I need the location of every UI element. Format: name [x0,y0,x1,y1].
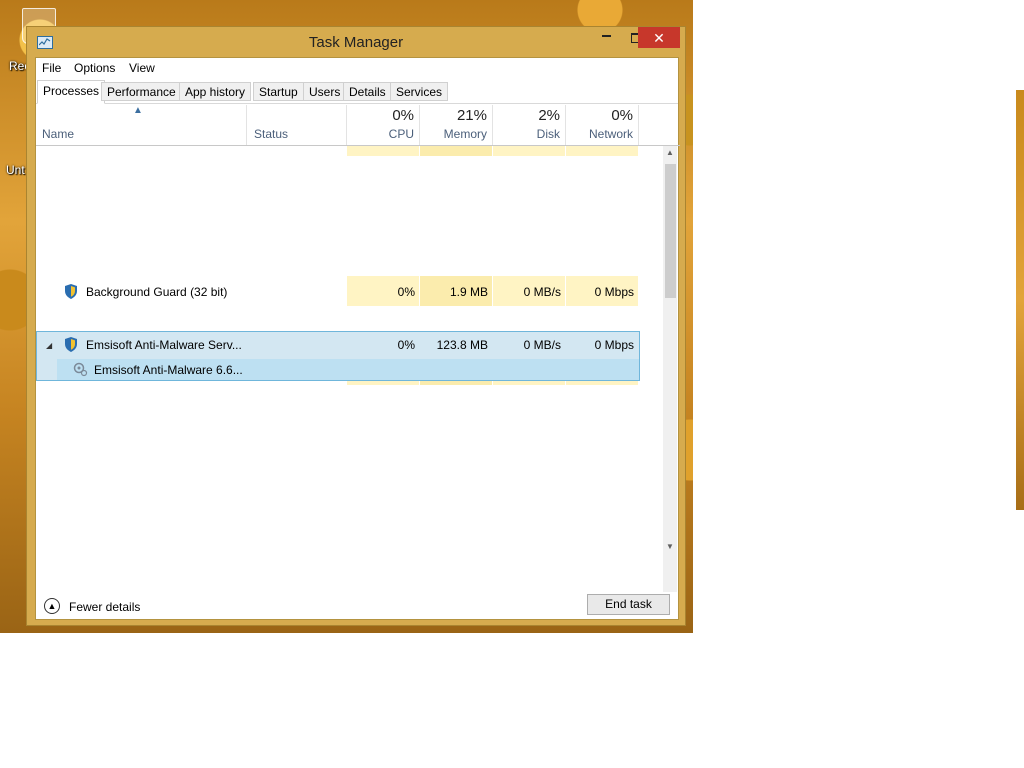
column-cpu[interactable]: CPU [348,127,414,141]
column-divider[interactable] [246,105,247,145]
heat-cell [347,381,419,385]
process-list: Background Guard (32 bit) 0% 1.9 MB 0 MB… [36,146,664,592]
column-divider[interactable] [565,105,566,145]
child-row[interactable]: Emsisoft Anti-Malware 6.6... [57,359,639,380]
scroll-up-icon[interactable]: ▲ [663,148,677,157]
scroll-thumb[interactable] [665,164,676,298]
heat-cell [420,146,492,156]
process-network: 0 Mbps [594,338,634,352]
fewer-details-link[interactable]: Fewer details [69,600,140,614]
tab-app-history[interactable]: App history [179,82,252,101]
shield-icon [65,284,77,299]
table-row-selected[interactable]: ◢ Emsisoft Anti-Malware Serv... 0% 123.8… [36,331,640,381]
process-memory: 123.8 MB [436,338,488,352]
heat-cell [566,381,638,385]
minimize-icon [601,35,611,37]
footer-bar: ▲ Fewer details End task [36,592,678,620]
tab-strip: Processes Performance App history Startu… [36,80,678,104]
heat-cell [347,146,419,156]
sort-ascending-icon: ▲ [133,105,143,116]
tab-services[interactable]: Services [390,82,449,101]
desktop-wallpaper-edge [1016,90,1024,510]
shield-icon [65,337,77,352]
process-disk: 0 MB/s [523,338,561,352]
process-name: Emsisoft Anti-Malware 6.6... [94,363,243,377]
process-name: Emsisoft Anti-Malware Serv... [86,338,242,352]
column-divider[interactable] [346,105,347,145]
heat-cell [493,146,565,156]
column-divider[interactable] [638,105,639,145]
heat-cell [566,146,638,156]
process-cpu: 0% [397,338,415,352]
column-status[interactable]: Status [254,127,288,141]
tab-users[interactable]: Users [303,82,347,101]
column-divider[interactable] [492,105,493,145]
table-row[interactable]: Background Guard (32 bit) 0% 1.9 MB 0 MB… [36,276,640,306]
menu-view[interactable]: View [129,61,155,75]
process-network: 0 Mbps [594,285,634,299]
memory-total[interactable]: 21% [421,107,487,124]
column-memory[interactable]: Memory [421,127,487,141]
gear-icon [73,362,88,377]
column-disk[interactable]: Disk [494,127,560,141]
window-client-area: File Options View Processes Performance … [35,57,680,620]
tab-performance[interactable]: Performance [101,82,182,101]
chevron-up-icon[interactable]: ▲ [44,598,60,614]
window-title: Task Manager [308,34,404,51]
heat-cell [493,381,565,385]
heat-cell [420,381,492,385]
menu-bar: File Options View [36,58,678,78]
collapse-arrow-icon[interactable]: ◢ [46,341,52,350]
tab-details[interactable]: Details [343,82,392,101]
tab-startup[interactable]: Startup [253,82,304,101]
title-bar[interactable]: Task Manager ✕ [27,27,685,57]
column-network[interactable]: Network [567,127,633,141]
process-cpu: 0% [397,285,415,299]
desktop-label-untitled[interactable]: Unt [6,163,25,177]
close-icon: ✕ [653,30,665,46]
column-divider[interactable] [419,105,420,145]
menu-options[interactable]: Options [74,61,115,75]
cpu-total[interactable]: 0% [348,107,414,124]
end-task-button[interactable]: End task [587,594,670,615]
scroll-down-icon[interactable]: ▼ [663,542,677,551]
close-button[interactable]: ✕ [638,27,680,48]
process-memory: 1.9 MB [449,285,488,299]
tab-processes[interactable]: Processes [37,80,106,104]
vertical-scrollbar[interactable]: ▲ ▼ [663,146,677,592]
disk-total[interactable]: 2% [494,107,560,124]
column-header: ▲ Name Status 0% CPU 21% Memory 2% Disk … [36,105,680,146]
process-name: Background Guard (32 bit) [86,285,228,299]
menu-file[interactable]: File [42,61,61,75]
minimize-button[interactable] [591,27,621,47]
column-name[interactable]: Name [42,127,74,141]
task-manager-window: Task Manager ✕ File Options View Process… [26,26,686,626]
process-disk: 0 MB/s [523,285,561,299]
network-total[interactable]: 0% [567,107,633,124]
